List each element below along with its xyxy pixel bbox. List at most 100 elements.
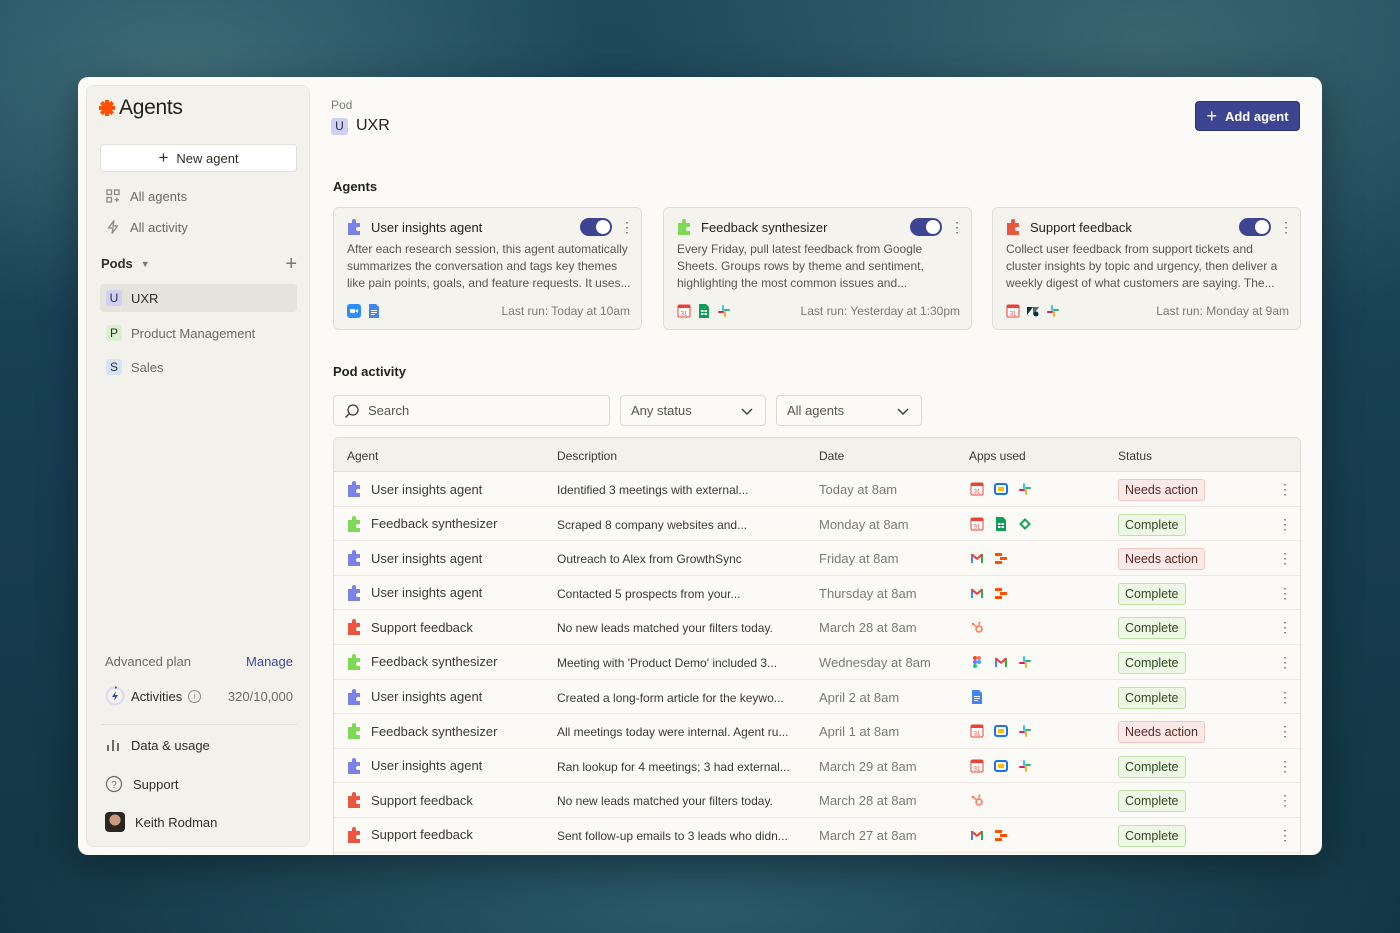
agent-enabled-toggle[interactable]	[910, 218, 942, 236]
row-date: Monday at 8am	[819, 516, 909, 532]
agent-card-description: Collect user feedback from support ticke…	[1006, 242, 1278, 290]
row-apps	[970, 828, 1008, 842]
agent-card[interactable]: Support feedback ⋮ Collect user feedback…	[992, 207, 1301, 330]
chevron-down-icon[interactable]: ▼	[141, 259, 150, 269]
more-vertical-icon[interactable]: ⋮	[1278, 550, 1292, 567]
table-row[interactable]: User insights agent Created a long-form …	[334, 680, 1300, 715]
agent-card[interactable]: User insights agent ⋮ After each researc…	[333, 207, 642, 330]
puzzle-icon	[348, 757, 360, 774]
more-vertical-icon[interactable]: ⋮	[1279, 220, 1293, 234]
status-badge: Complete	[1118, 617, 1186, 640]
more-vertical-icon[interactable]: ⋮	[1278, 723, 1292, 740]
agent-enabled-toggle[interactable]	[580, 218, 612, 236]
col-date[interactable]: Date	[819, 449, 844, 463]
manage-link[interactable]: Manage	[246, 654, 293, 669]
table-row[interactable]: Support feedback No new leads matched yo…	[334, 783, 1300, 818]
agent-card-name: Feedback synthesizer	[701, 219, 828, 235]
gmail-icon	[995, 657, 1007, 667]
col-description[interactable]: Description	[557, 449, 617, 463]
col-agent[interactable]: Agent	[347, 449, 378, 463]
col-apps-used[interactable]: Apps used	[969, 449, 1026, 463]
row-apps: 31	[970, 759, 1032, 773]
add-agent-button[interactable]: + Add agent	[1195, 101, 1300, 131]
nav-all-agents[interactable]: All agents	[105, 188, 187, 204]
zendesk-icon	[1027, 307, 1039, 317]
row-description: Identified 3 meetings with external...	[557, 483, 749, 497]
status-badge: Complete	[1118, 513, 1186, 536]
zapier-tables-icon	[995, 829, 1007, 841]
google-calendar-icon: 31	[970, 482, 984, 496]
more-vertical-icon[interactable]: ⋮	[950, 220, 964, 234]
agents-filter-select[interactable]: All agents	[776, 395, 922, 426]
row-date: Friday at 8am	[819, 551, 899, 567]
svg-text:31: 31	[974, 490, 981, 496]
data-usage-link[interactable]: Data & usage	[105, 737, 210, 753]
agent-card[interactable]: Feedback synthesizer ⋮ Every Friday, pul…	[663, 207, 972, 330]
plus-icon: +	[158, 148, 169, 167]
nav-all-activity[interactable]: All activity	[105, 219, 188, 235]
pod-label: UXR	[131, 290, 159, 306]
table-row[interactable]: User insights agent Ran lookup for 4 mee…	[334, 749, 1300, 784]
logo[interactable]: Agents	[99, 96, 183, 120]
row-agent-name: Feedback synthesizer	[371, 654, 498, 670]
table-row[interactable]: Feedback synthesizer Scraped 8 company w…	[334, 507, 1300, 542]
row-agent-name: User insights agent	[371, 481, 483, 497]
more-vertical-icon[interactable]: ⋮	[1278, 827, 1292, 844]
google-meet-icon	[994, 725, 1008, 738]
add-pod-icon[interactable]: +	[285, 254, 297, 274]
table-row[interactable]: Feedback synthesizer Meeting with 'Produ…	[334, 645, 1300, 680]
more-vertical-icon[interactable]: ⋮	[620, 220, 634, 234]
row-date: March 28 at 8am	[819, 620, 917, 636]
more-vertical-icon[interactable]: ⋮	[1278, 792, 1292, 809]
bar-chart-icon	[107, 740, 119, 751]
more-vertical-icon[interactable]: ⋮	[1278, 516, 1292, 533]
row-description: All meetings today were internal. Agent …	[557, 725, 789, 740]
col-status[interactable]: Status	[1118, 449, 1152, 463]
row-agent: User insights agent	[347, 584, 482, 601]
row-apps	[970, 620, 984, 634]
table-row[interactable]: User insights agent Contacted 5 prospect…	[334, 576, 1300, 611]
agent-card-name: Support feedback	[1030, 219, 1132, 235]
more-vertical-icon[interactable]: ⋮	[1278, 619, 1292, 636]
row-agent: User insights agent	[347, 550, 482, 567]
table-row[interactable]: Support feedback Sent follow-up emails t…	[334, 818, 1300, 853]
row-agent-name: Feedback synthesizer	[371, 516, 498, 532]
pod-item-uxr[interactable]: U UXR	[100, 284, 297, 312]
more-vertical-icon[interactable]: ⋮	[1278, 654, 1292, 671]
row-apps: 31	[970, 482, 1032, 496]
user-profile[interactable]: Keith Rodman	[105, 812, 217, 832]
info-icon[interactable]: i	[188, 689, 202, 703]
gmail-icon	[971, 830, 983, 840]
row-agent-name: Support feedback	[371, 827, 473, 843]
agent-enabled-toggle[interactable]	[1239, 218, 1271, 236]
add-agent-label: Add agent	[1224, 108, 1289, 124]
support-link[interactable]: ? Support	[105, 775, 179, 793]
last-run: Last run: Today at 10am	[501, 304, 630, 318]
status-filter-select[interactable]: Any status	[620, 395, 766, 426]
more-vertical-icon[interactable]: ⋮	[1278, 689, 1292, 706]
pod-item-sales[interactable]: S Sales	[100, 353, 297, 381]
table-row[interactable]: Feedback synthesizer All meetings today …	[334, 714, 1300, 749]
row-description: Created a long-form article for the keyw…	[557, 690, 784, 705]
more-vertical-icon[interactable]: ⋮	[1278, 758, 1292, 775]
zapier-tables-icon	[995, 553, 1007, 565]
slack-icon	[1019, 725, 1031, 738]
main-content: Pod U UXR + Add agent Agents User insigh…	[331, 77, 1322, 855]
table-row[interactable]: Support feedback No new leads matched yo…	[334, 610, 1300, 645]
table-row[interactable]: User insights agent Outreach to Alex fro…	[334, 541, 1300, 576]
table-row[interactable]: User insights agent Identified 3 meeting…	[334, 472, 1300, 507]
google-meet-icon	[994, 483, 1008, 495]
more-vertical-icon[interactable]: ⋮	[1278, 585, 1292, 602]
more-vertical-icon[interactable]: ⋮	[1278, 481, 1292, 498]
gmail-icon	[971, 554, 983, 564]
search-icon	[345, 403, 359, 418]
pod-item-product-management[interactable]: P Product Management	[100, 319, 297, 347]
app-window: Agents + New agent All agents All activi…	[78, 77, 1322, 855]
svg-text:?: ?	[111, 780, 117, 791]
last-run: Last run: Yesterday at 1:30pm	[800, 304, 960, 318]
divider	[101, 724, 297, 725]
last-run: Last run: Monday at 9am	[1156, 304, 1289, 318]
google-sheets-icon	[699, 304, 709, 318]
new-agent-button[interactable]: + New agent	[100, 144, 297, 172]
search-input[interactable]: Search	[333, 395, 610, 426]
